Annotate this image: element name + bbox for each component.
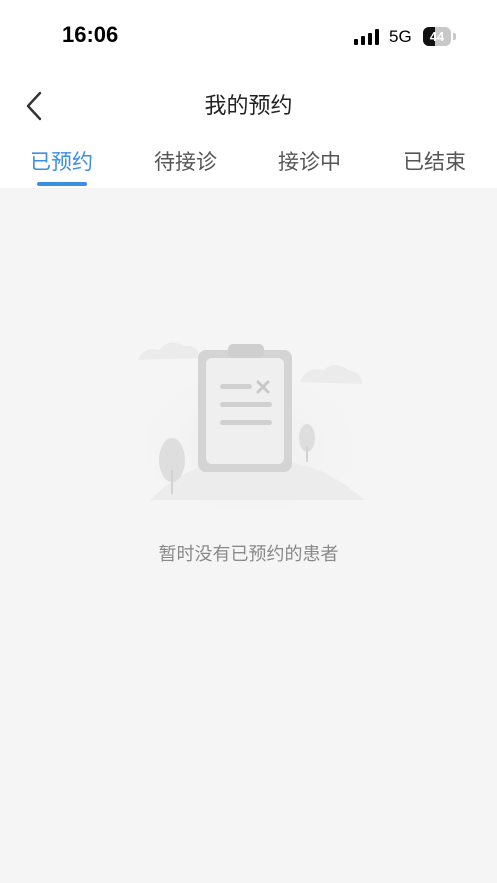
- tab-waiting[interactable]: 待接诊: [154, 146, 217, 176]
- status-time: 16:06: [62, 22, 119, 47]
- page-title: 我的预约: [204, 94, 293, 119]
- tab-bar: 已预约 待接诊 接诊中 已结束: [0, 134, 497, 188]
- app-screen: 16:06 5G 44 我的预约 已预约 待接诊 接诊中 已结束 暂时没有已预约…: [0, 0, 497, 883]
- signal-icon: [354, 29, 380, 45]
- network-type: 5G: [389, 27, 412, 46]
- tab-booked[interactable]: 已预约: [30, 146, 93, 176]
- tab-in-consultation[interactable]: 接诊中: [278, 146, 341, 176]
- battery-level: 44: [429, 29, 445, 44]
- empty-message: 暂时没有已预约的患者: [158, 544, 339, 565]
- empty-clipboard-icon: [130, 330, 370, 510]
- tab-indicator: [37, 182, 87, 186]
- tab-finished[interactable]: 已结束: [403, 146, 466, 176]
- nav-bar: 我的预约: [0, 72, 497, 134]
- battery-icon: 44: [423, 27, 456, 46]
- status-bar: 16:06 5G 44: [0, 0, 497, 72]
